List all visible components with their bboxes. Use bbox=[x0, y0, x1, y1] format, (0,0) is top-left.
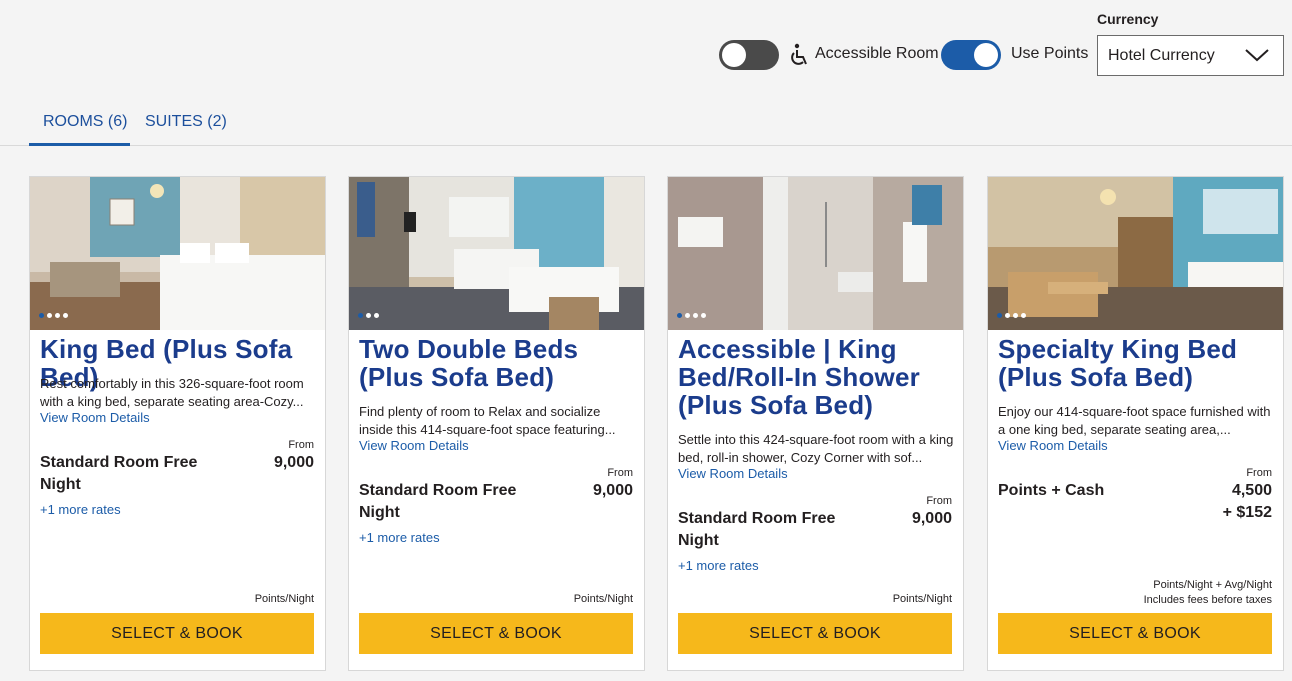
currency-select[interactable]: Hotel Currency bbox=[1097, 35, 1284, 76]
room-photo[interactable] bbox=[349, 177, 644, 330]
carousel-dots[interactable] bbox=[39, 313, 68, 318]
more-rates-link[interactable]: +1 more rates bbox=[359, 530, 440, 545]
from-label: From bbox=[607, 467, 633, 479]
price-unit: Points/Night bbox=[254, 593, 314, 605]
rate-name: Standard Room Free Night bbox=[359, 482, 517, 521]
accessible-room-toggle[interactable] bbox=[719, 40, 779, 70]
price-unit: Points/Night bbox=[892, 593, 952, 605]
accessible-room-label: Accessible Room bbox=[815, 45, 939, 62]
rate-name: Points + Cash bbox=[998, 482, 1105, 499]
points-price: 9,000 bbox=[273, 454, 314, 471]
room-title[interactable]: Specialty King Bed (Plus Sofa Bed) bbox=[998, 335, 1276, 391]
price-unit: Points/Night + Avg/Night Includes fees b… bbox=[1144, 578, 1272, 608]
room-photo[interactable] bbox=[988, 177, 1283, 330]
room-card: Two Double Beds (Plus Sofa Bed) Find ple… bbox=[348, 176, 645, 671]
room-description: Settle into this 424-square-foot room wi… bbox=[678, 432, 954, 465]
room-title[interactable]: Accessible | King Bed/Roll-In Shower (Pl… bbox=[678, 335, 956, 419]
rate-name: Standard Room Free Night bbox=[40, 454, 198, 493]
view-room-details-link[interactable]: View Room Details bbox=[40, 410, 150, 425]
room-card: King Bed (Plus Sofa Bed) Rest comfortabl… bbox=[29, 176, 326, 671]
more-rates-link[interactable]: +1 more rates bbox=[678, 558, 759, 573]
chevron-down-icon bbox=[1245, 49, 1269, 62]
points-price: 9,000 bbox=[592, 482, 633, 499]
currency-value: Hotel Currency bbox=[1108, 47, 1215, 64]
price-unit-line: Points/Night + Avg/Night bbox=[1153, 579, 1272, 591]
select-book-button[interactable]: SELECT & BOOK bbox=[678, 613, 952, 654]
room-description: Rest comfortably in this 326-square-foot… bbox=[40, 376, 304, 409]
toggle-knob bbox=[722, 43, 746, 67]
rate-name: Standard Room Free Night bbox=[678, 510, 836, 549]
carousel-dots[interactable] bbox=[358, 313, 379, 318]
from-label: From bbox=[288, 439, 314, 451]
use-points-label: Use Points bbox=[1011, 45, 1089, 62]
tab-rooms[interactable]: ROOMS (6) bbox=[43, 113, 127, 131]
currency-label: Currency bbox=[1097, 11, 1159, 27]
points-price: 4,500 bbox=[1231, 482, 1272, 499]
room-card: Specialty King Bed (Plus Sofa Bed) Enjoy… bbox=[987, 176, 1284, 671]
price-unit-note: Includes fees before taxes bbox=[1143, 594, 1272, 606]
more-rates-link[interactable]: +1 more rates bbox=[40, 502, 121, 517]
room-photo[interactable] bbox=[30, 177, 325, 330]
room-type-tabs: ROOMS (6) SUITES (2) bbox=[0, 100, 1292, 146]
tab-suites[interactable]: SUITES (2) bbox=[145, 113, 227, 131]
from-label: From bbox=[1246, 467, 1272, 479]
toggle-knob bbox=[974, 43, 998, 67]
room-description: Enjoy our 414-square-foot space furnishe… bbox=[998, 404, 1271, 437]
room-title[interactable]: Two Double Beds (Plus Sofa Bed) bbox=[359, 335, 637, 391]
wheelchair-icon bbox=[791, 43, 807, 65]
room-description: Find plenty of room to Relax and sociali… bbox=[359, 404, 616, 437]
filter-bar: Accessible Room Use Points Currency Hote… bbox=[0, 0, 1292, 100]
active-tab-indicator bbox=[29, 143, 130, 146]
view-room-details-link[interactable]: View Room Details bbox=[998, 438, 1108, 453]
from-label: From bbox=[926, 495, 952, 507]
carousel-dots[interactable] bbox=[997, 313, 1026, 318]
points-price: 9,000 bbox=[911, 510, 952, 527]
cash-price: + $152 bbox=[1222, 504, 1272, 521]
view-room-details-link[interactable]: View Room Details bbox=[678, 466, 788, 481]
select-book-button[interactable]: SELECT & BOOK bbox=[998, 613, 1272, 654]
carousel-dots[interactable] bbox=[677, 313, 706, 318]
select-book-button[interactable]: SELECT & BOOK bbox=[359, 613, 633, 654]
use-points-toggle[interactable] bbox=[941, 40, 1001, 70]
room-card: Accessible | King Bed/Roll-In Shower (Pl… bbox=[667, 176, 964, 671]
price-unit: Points/Night bbox=[573, 593, 633, 605]
view-room-details-link[interactable]: View Room Details bbox=[359, 438, 469, 453]
select-book-button[interactable]: SELECT & BOOK bbox=[40, 613, 314, 654]
room-photo[interactable] bbox=[668, 177, 963, 330]
